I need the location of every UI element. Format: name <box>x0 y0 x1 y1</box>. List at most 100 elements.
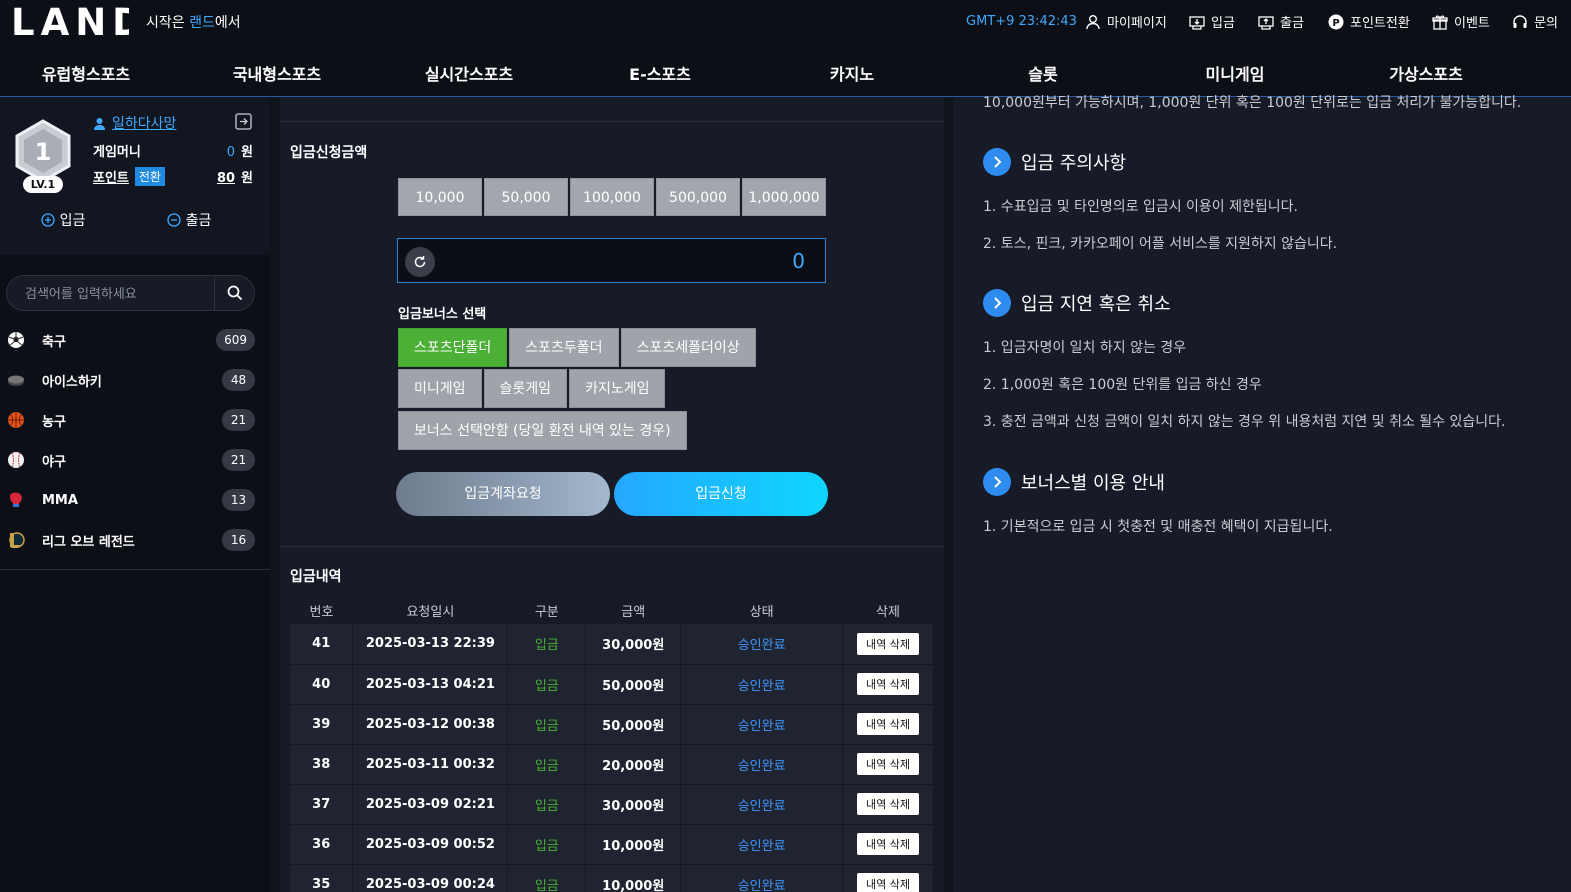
quick-actions: 입금 출금 <box>0 205 252 235</box>
plus-circle-icon <box>40 213 55 227</box>
game-money-value: 0 <box>226 145 236 160</box>
sport-item-mma[interactable]: MMA 13 <box>0 480 270 520</box>
notice-line: 1. 입금자명이 일치 하지 않는 경우 <box>983 340 1187 356</box>
deposit-submit-button[interactable]: 입금신청 <box>614 472 828 516</box>
cell-number: 41 <box>290 624 354 665</box>
nav-event[interactable]: 이벤트 <box>1432 12 1490 31</box>
cell-request-date: 2025-03-09 00:52 <box>352 824 509 865</box>
left-sidebar: 1 LV.1 일하다사망 게임머니 0원 포인트 전환 80 원 입금 출금 검… <box>0 97 270 892</box>
sidebar-deposit-button[interactable]: 입금 <box>0 205 126 235</box>
point-convert-button[interactable]: 전환 <box>134 167 165 186</box>
sidebar-withdraw-button[interactable]: 출금 <box>126 205 252 235</box>
delete-history-button[interactable]: 내역 삭제 <box>857 713 919 735</box>
sport-count: 609 <box>216 329 255 351</box>
nav-label: 포인트전환 <box>1350 16 1410 31</box>
amount-button-500000[interactable]: 500,000 <box>656 178 740 216</box>
sport-count: 13 <box>222 489 255 511</box>
cell-type: 입금 <box>507 704 587 745</box>
sport-item-baseball[interactable]: 야구 21 <box>0 440 270 480</box>
bonus-casino[interactable]: 카지노게임 <box>569 369 666 408</box>
bonus-row-3: 보너스 선택안함 (당일 환전 내역 있는 경우) <box>398 411 687 450</box>
top-header: LAND 시작은 랜드에서 GMT+9 23:42:43 마이페이지 입금 출금… <box>0 0 1571 44</box>
delete-history-button[interactable]: 내역 삭제 <box>857 673 919 695</box>
chevron-right-icon <box>983 289 1011 317</box>
table-row: 39 2025-03-12 00:38 입금 50,000원 승인완료 내역 삭제 <box>290 704 934 745</box>
refresh-icon <box>414 256 426 268</box>
amount-button-100000[interactable]: 100,000 <box>570 178 654 216</box>
amount-field[interactable]: 0 <box>397 238 826 283</box>
sport-item-lol[interactable]: 리그 오브 레전드 16 <box>0 520 270 560</box>
boxing-glove-icon <box>9 492 22 507</box>
cell-status: 승인완료 <box>680 664 844 705</box>
menu-live-sports[interactable]: 실시간스포츠 <box>425 61 513 85</box>
nav-inquiry[interactable]: 문의 <box>1512 12 1558 31</box>
user-icon <box>1086 14 1100 29</box>
bonus-sports-single[interactable]: 스포츠단폴더 <box>398 328 508 367</box>
sports-list: 축구 609 아이스하키 48 농구 21 야구 21 MMA 13 리그 오브… <box>0 320 270 560</box>
account-request-button[interactable]: 입금계좌요청 <box>396 472 610 516</box>
amount-button-1000000[interactable]: 1,000,000 <box>742 178 826 216</box>
cell-type: 입금 <box>507 624 587 665</box>
sport-item-soccer[interactable]: 축구 609 <box>0 320 270 360</box>
bonus-slot[interactable]: 슬롯게임 <box>483 369 568 408</box>
reset-amount-button[interactable] <box>405 247 435 277</box>
chevron-right-icon <box>983 468 1011 496</box>
username-link[interactable]: 일하다사망 <box>93 113 176 133</box>
game-money-label: 게임머니 <box>93 145 141 160</box>
bonus-sports-triple[interactable]: 스포츠세폴더이상 <box>620 328 756 367</box>
cell-request-date: 2025-03-13 04:21 <box>352 664 509 705</box>
notice-heading: 입금 지연 혹은 취소 <box>983 289 1171 317</box>
notice-panel: 10,000원부터 가능하시며, 1,000원 단위 혹은 100원 단위로는 … <box>953 95 1571 892</box>
sport-count: 16 <box>222 529 255 551</box>
logout-icon[interactable] <box>235 113 252 130</box>
amount-button-10000[interactable]: 10,000 <box>398 178 482 216</box>
delete-history-button[interactable]: 내역 삭제 <box>857 873 919 892</box>
notice-line: 2. 토스, 핀크, 카카오페이 어플 서비스를 지원하지 않습니다. <box>983 236 1338 252</box>
baseball-icon <box>8 452 24 468</box>
delete-history-button[interactable]: 내역 삭제 <box>857 632 919 655</box>
sport-name: 리그 오브 레전드 <box>42 534 135 550</box>
nav-mypage[interactable]: 마이페이지 <box>1085 12 1167 31</box>
bonus-none[interactable]: 보너스 선택안함 (당일 환전 내역 있는 경우) <box>398 411 687 450</box>
search-button[interactable] <box>214 276 255 310</box>
cell-type: 입금 <box>507 824 587 865</box>
cell-number: 36 <box>290 824 354 865</box>
delete-history-button[interactable]: 내역 삭제 <box>857 753 919 775</box>
cell-delete: 내역 삭제 <box>842 864 934 892</box>
slogan: 시작은 랜드에서 <box>146 12 241 32</box>
headset-icon <box>1513 14 1527 28</box>
logo-text: LAND <box>11 4 129 40</box>
username: 일하다사망 <box>112 116 177 132</box>
menu-domestic-sports[interactable]: 국내형스포츠 <box>233 61 321 85</box>
sport-count: 21 <box>222 409 255 431</box>
sport-item-ice-hockey[interactable]: 아이스하키 48 <box>0 360 270 400</box>
nav-deposit[interactable]: 입금 <box>1189 12 1235 31</box>
menu-esports[interactable]: E-스포츠 <box>629 61 691 85</box>
menu-virtual-sports[interactable]: 가상스포츠 <box>1389 61 1463 85</box>
bonus-minigame[interactable]: 미니게임 <box>398 369 482 408</box>
amount-button-50000[interactable]: 50,000 <box>484 178 568 216</box>
menu-casino[interactable]: 카지노 <box>830 61 874 85</box>
notice-heading: 입금 주의사항 <box>983 148 1126 176</box>
section-divider <box>280 546 944 547</box>
table-row: 35 2025-03-09 00:24 입금 10,000원 승인완료 내역 삭제 <box>290 864 934 892</box>
sport-item-basketball[interactable]: 농구 21 <box>0 400 270 440</box>
deposit-icon <box>1189 15 1205 30</box>
land-logo[interactable]: LAND <box>11 4 129 40</box>
soccer-ball-icon <box>8 332 24 348</box>
menu-european-sports[interactable]: 유럽형스포츠 <box>42 61 130 85</box>
menu-minigame[interactable]: 미니게임 <box>1206 61 1265 85</box>
delete-history-button[interactable]: 내역 삭제 <box>857 833 919 855</box>
nav-withdraw[interactable]: 출금 <box>1258 12 1304 31</box>
sidebar-deposit-label: 입금 <box>59 213 86 229</box>
menu-slot[interactable]: 슬롯 <box>1028 61 1057 85</box>
bonus-row-2: 미니게임 슬롯게임 카지노게임 <box>398 369 666 408</box>
point-icon: P <box>1328 14 1344 29</box>
delete-history-button[interactable]: 내역 삭제 <box>857 793 919 815</box>
withdraw-icon <box>1258 15 1274 30</box>
nav-label: 문의 <box>1534 16 1558 31</box>
search-input[interactable] <box>25 284 205 304</box>
bonus-sports-double[interactable]: 스포츠두폴더 <box>509 328 619 367</box>
level-label: LV.1 <box>23 176 63 193</box>
nav-point-convert[interactable]: P 포인트전환 <box>1328 12 1410 31</box>
